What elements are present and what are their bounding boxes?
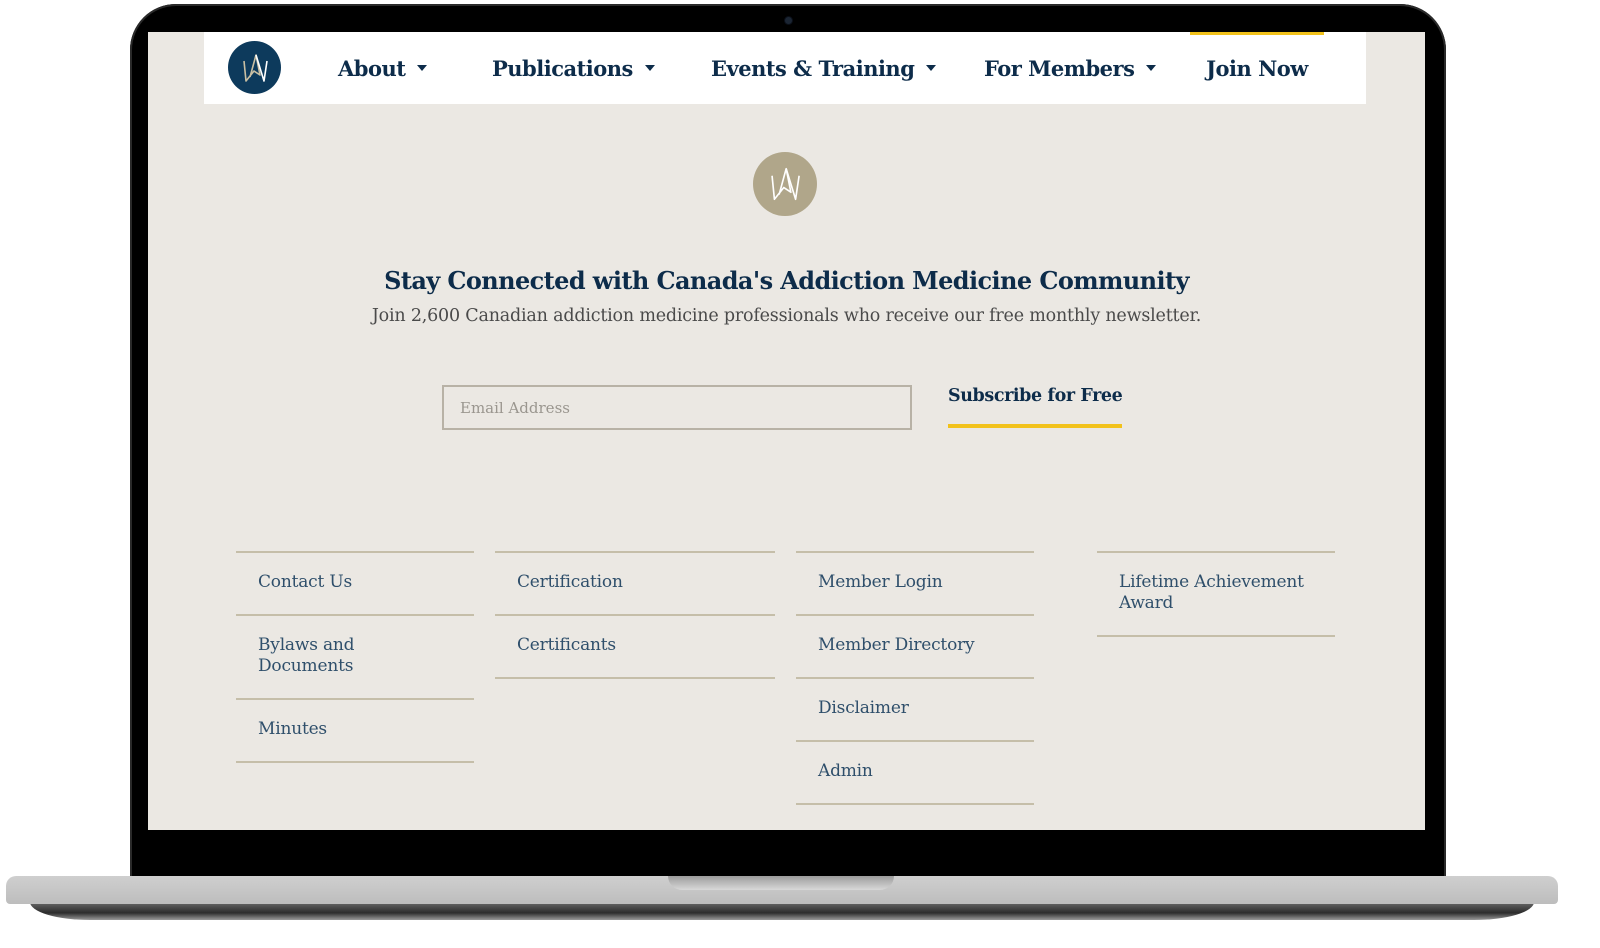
home-logo-link[interactable] (228, 41, 281, 94)
newsletter-headline: Stay Connected with Canada's Addiction M… (384, 266, 1189, 295)
footer-column-2: Certification Certificants (495, 551, 775, 679)
footer-link-member-directory[interactable]: Member Directory (796, 616, 1034, 679)
caret-down-icon (1146, 65, 1157, 71)
newsletter-badge (753, 152, 817, 216)
footer-link-certificants[interactable]: Certificants (495, 616, 775, 679)
nav-events-training[interactable]: Events & Training (711, 32, 937, 104)
nav-about[interactable]: About (338, 32, 428, 104)
footer-link-minutes[interactable]: Minutes (236, 700, 474, 763)
nav-about-label: About (338, 55, 406, 81)
footer-link-contact-us[interactable]: Contact Us (236, 553, 474, 616)
footer-link-admin[interactable]: Admin (796, 742, 1034, 805)
footer-link-bylaws[interactable]: Bylaws and Documents (236, 616, 474, 700)
footer-link-lifetime-achievement[interactable]: Lifetime Achievement Award (1097, 553, 1335, 637)
footer-link-disclaimer[interactable]: Disclaimer (796, 679, 1034, 742)
email-input[interactable] (442, 385, 912, 430)
webcam-icon (785, 17, 792, 24)
newsletter-subline: Join 2,600 Canadian addiction medicine p… (371, 306, 1202, 326)
footer-column-4: Lifetime Achievement Award (1097, 551, 1335, 637)
join-now-label: Join Now (1206, 55, 1308, 81)
subscribe-button[interactable]: Subscribe for Free (948, 385, 1123, 428)
nav-for-members[interactable]: For Members (984, 32, 1157, 104)
amc-monogram-icon (242, 53, 268, 82)
browser-viewport: About Publications Events & Training For… (148, 32, 1425, 830)
caret-down-icon (926, 65, 937, 71)
main-nav: About Publications Events & Training For… (204, 32, 1366, 104)
footer-column-3: Member Login Member Directory Disclaimer… (796, 551, 1034, 805)
nav-events-training-label: Events & Training (711, 55, 915, 81)
footer-link-certification[interactable]: Certification (495, 553, 775, 616)
nav-publications[interactable]: Publications (492, 32, 655, 104)
caret-down-icon (644, 65, 655, 71)
laptop-opening-notch (668, 876, 894, 890)
laptop-base-underside (30, 902, 1534, 920)
join-now-button[interactable]: Join Now (1190, 32, 1324, 104)
footer-link-member-login[interactable]: Member Login (796, 553, 1034, 616)
caret-down-icon (417, 65, 428, 71)
footer-column-1: Contact Us Bylaws and Documents Minutes (236, 551, 474, 763)
nav-publications-label: Publications (492, 55, 633, 81)
amc-monogram-icon (771, 167, 800, 201)
nav-for-members-label: For Members (984, 55, 1135, 81)
